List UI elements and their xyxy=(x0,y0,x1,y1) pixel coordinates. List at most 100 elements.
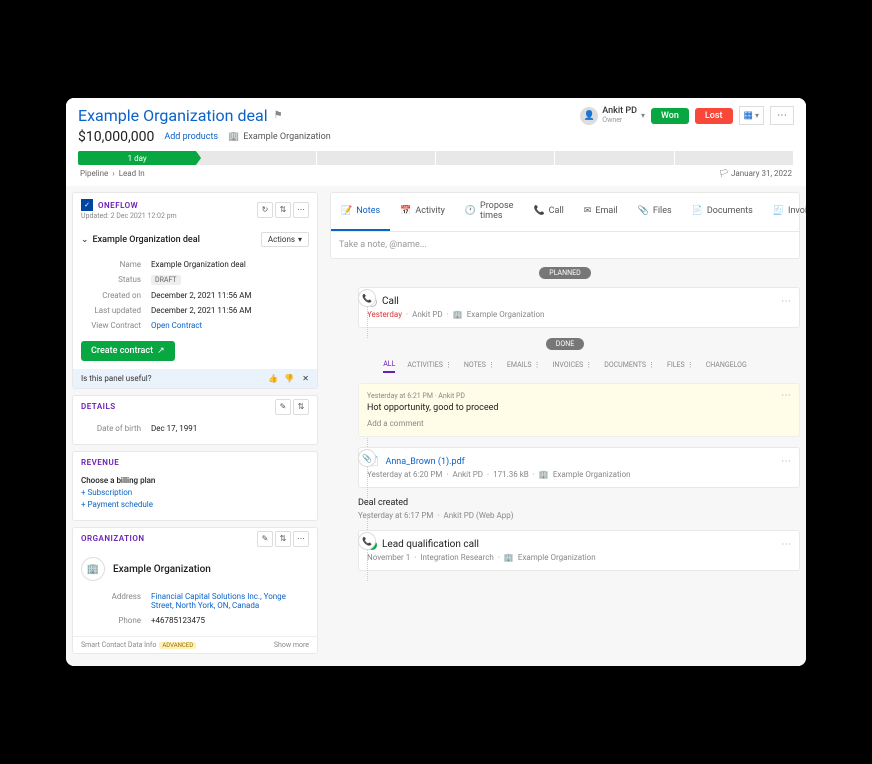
file-link[interactable]: Anna_Brown (1).pdf xyxy=(385,457,464,467)
stage-2[interactable] xyxy=(197,151,316,165)
owner-selector[interactable]: 👤 Ankit PD Owner ▾ xyxy=(580,107,645,125)
expand-deal-toggle[interactable]: ⌄Example Organization deal xyxy=(81,235,200,245)
oneflow-deal-name: Example Organization deal xyxy=(93,235,200,245)
clip-icon: 📎 xyxy=(638,206,649,216)
org-address[interactable]: Financial Capital Solutions Inc., Yonge … xyxy=(151,592,301,610)
breadcrumb: Pipeline› Lead In xyxy=(80,169,145,178)
edit-icon[interactable]: ✎ xyxy=(275,399,291,415)
filter-notes[interactable]: NOTES ⋮ xyxy=(464,360,495,373)
note-user: Ankit PD xyxy=(438,392,465,400)
stage-6[interactable] xyxy=(675,151,794,165)
org-link[interactable]: 🏢Example Organization xyxy=(228,132,331,142)
filter-emails[interactable]: EMAILS ⋮ xyxy=(507,360,541,373)
open-contract-link[interactable]: Open Contract xyxy=(151,321,202,330)
stage-1[interactable]: 1 day xyxy=(78,151,197,165)
activity-title[interactable]: Lead qualification call xyxy=(382,539,479,550)
collapse-icon[interactable]: ⇅ xyxy=(275,531,291,547)
field-label: Created on xyxy=(81,291,141,300)
tab-invoice[interactable]: 🧾Invoice xyxy=(763,193,806,231)
filter-documents[interactable]: DOCUMENTS ⋮ xyxy=(604,360,655,373)
building-icon: 🏢 xyxy=(504,553,514,562)
avatar: 👤 xyxy=(580,107,598,125)
building-icon: 🏢 xyxy=(539,470,549,479)
revenue-heading: REVENUE xyxy=(73,452,317,473)
create-contract-button[interactable]: Create contract↗ xyxy=(81,341,175,361)
add-comment-link[interactable]: Add a comment xyxy=(367,413,791,428)
tag-icon[interactable]: ⚑ xyxy=(274,110,283,121)
phone-icon: 📞 xyxy=(358,532,376,550)
tab-email[interactable]: ✉Email xyxy=(574,193,628,231)
collapse-icon[interactable]: ⇅ xyxy=(293,399,309,415)
stage-4[interactable] xyxy=(436,151,555,165)
lost-button[interactable]: Lost xyxy=(695,108,733,124)
show-more-link[interactable]: Show more xyxy=(274,641,309,649)
deal-created-label: Deal created xyxy=(358,498,800,508)
thumbs-down-icon[interactable]: 👎 xyxy=(284,374,294,383)
more-icon[interactable]: ⋯ xyxy=(293,202,309,218)
stage-3[interactable] xyxy=(317,151,436,165)
view-toggle[interactable]: ▦▾ xyxy=(739,106,764,125)
note-time: Yesterday at 6:21 PM xyxy=(367,392,433,400)
status-badge: DRAFT xyxy=(151,275,181,285)
more-menu[interactable]: ⋯ xyxy=(770,106,794,125)
tab-call[interactable]: 📞Call xyxy=(523,193,573,231)
more-icon[interactable]: ⋯ xyxy=(781,390,791,401)
expected-close-date[interactable]: 🏳 January 31, 2022 xyxy=(719,169,792,178)
tab-documents[interactable]: 📄Documents xyxy=(682,193,763,231)
field-label: Address xyxy=(81,592,141,610)
more-icon[interactable]: ⋯ xyxy=(781,296,791,307)
external-icon: ↗ xyxy=(157,346,165,356)
more-icon[interactable]: ⋯ xyxy=(293,531,309,547)
tab-notes[interactable]: 📝Notes xyxy=(331,193,390,231)
tab-activity[interactable]: 📅Activity xyxy=(390,193,455,231)
header: Example Organization deal ⚑ 👤 Ankit PD O… xyxy=(66,98,806,186)
advanced-badge: ADVANCED xyxy=(159,642,196,649)
file-size: 171.36 kB xyxy=(493,470,529,479)
pipeline-stages[interactable]: 1 day xyxy=(78,151,794,165)
activity-date: Yesterday xyxy=(367,310,402,319)
add-subscription-link[interactable]: + Subscription xyxy=(81,488,309,497)
activity-org: Example Organization xyxy=(467,310,545,319)
activity-user: Ankit PD xyxy=(412,310,443,319)
tab-files[interactable]: 📎Files xyxy=(628,193,682,231)
add-products-link[interactable]: Add products xyxy=(164,132,218,142)
actions-dropdown[interactable]: Actions▾ xyxy=(261,232,309,247)
field-value: December 2, 2021 11:56 AM xyxy=(151,291,252,300)
thumbs-up-icon[interactable]: 👍 xyxy=(268,374,278,383)
more-icon[interactable]: ⋯ xyxy=(781,539,791,550)
won-button[interactable]: Won xyxy=(651,108,689,124)
stage-5[interactable] xyxy=(555,151,674,165)
org-icon: 🏢 xyxy=(81,557,105,581)
field-label: View Contract xyxy=(81,321,141,330)
note-input[interactable]: Take a note, @name... xyxy=(331,232,799,258)
filter-changelog[interactable]: CHANGELOG xyxy=(706,360,747,373)
tab-propose[interactable]: 🕐Propose times xyxy=(455,193,524,231)
filter-activities[interactable]: ACTIVITIES ⋮ xyxy=(407,360,452,373)
smart-contact-label: Smart Contact Data InfoADVANCED xyxy=(81,641,196,649)
filter-invoices[interactable]: INVOICES ⋮ xyxy=(552,360,592,373)
refresh-icon[interactable]: ↻ xyxy=(257,202,273,218)
collapse-icon[interactable]: ⇅ xyxy=(275,202,291,218)
field-value: December 2, 2021 11:56 AM xyxy=(151,306,252,315)
filter-files[interactable]: FILES ⋮ xyxy=(667,360,694,373)
phone-icon: 📞 xyxy=(533,206,544,216)
crumb-stage[interactable]: Lead In xyxy=(119,169,145,178)
field-label: Date of birth xyxy=(81,424,141,433)
oneflow-updated: Updated: 2 Dec 2021 12:02 pm xyxy=(81,212,177,220)
activity-title[interactable]: Call xyxy=(382,296,399,307)
building-icon: 🏢 xyxy=(228,132,239,142)
add-payment-link[interactable]: + Payment schedule xyxy=(81,500,309,509)
feedback-bar: Is this panel useful? 👍 👎 ✕ xyxy=(73,369,317,388)
edit-icon[interactable]: ✎ xyxy=(257,531,273,547)
field-value: Dec 17, 1991 xyxy=(151,424,197,433)
feedback-label: Is this panel useful? xyxy=(81,374,152,383)
more-icon[interactable]: ⋯ xyxy=(781,456,791,467)
note-text: Hot opportunity, good to proceed xyxy=(367,403,791,413)
deal-title[interactable]: Example Organization deal xyxy=(78,106,268,125)
filter-tabs: ALL ACTIVITIES ⋮ NOTES ⋮ EMAILS ⋮ INVOIC… xyxy=(330,360,800,373)
close-icon[interactable]: ✕ xyxy=(302,374,309,383)
org-name[interactable]: Example Organization xyxy=(113,564,211,575)
crumb-pipeline[interactable]: Pipeline xyxy=(80,169,108,178)
deal-value: $10,000,000 xyxy=(78,129,154,145)
filter-all[interactable]: ALL xyxy=(383,360,395,373)
